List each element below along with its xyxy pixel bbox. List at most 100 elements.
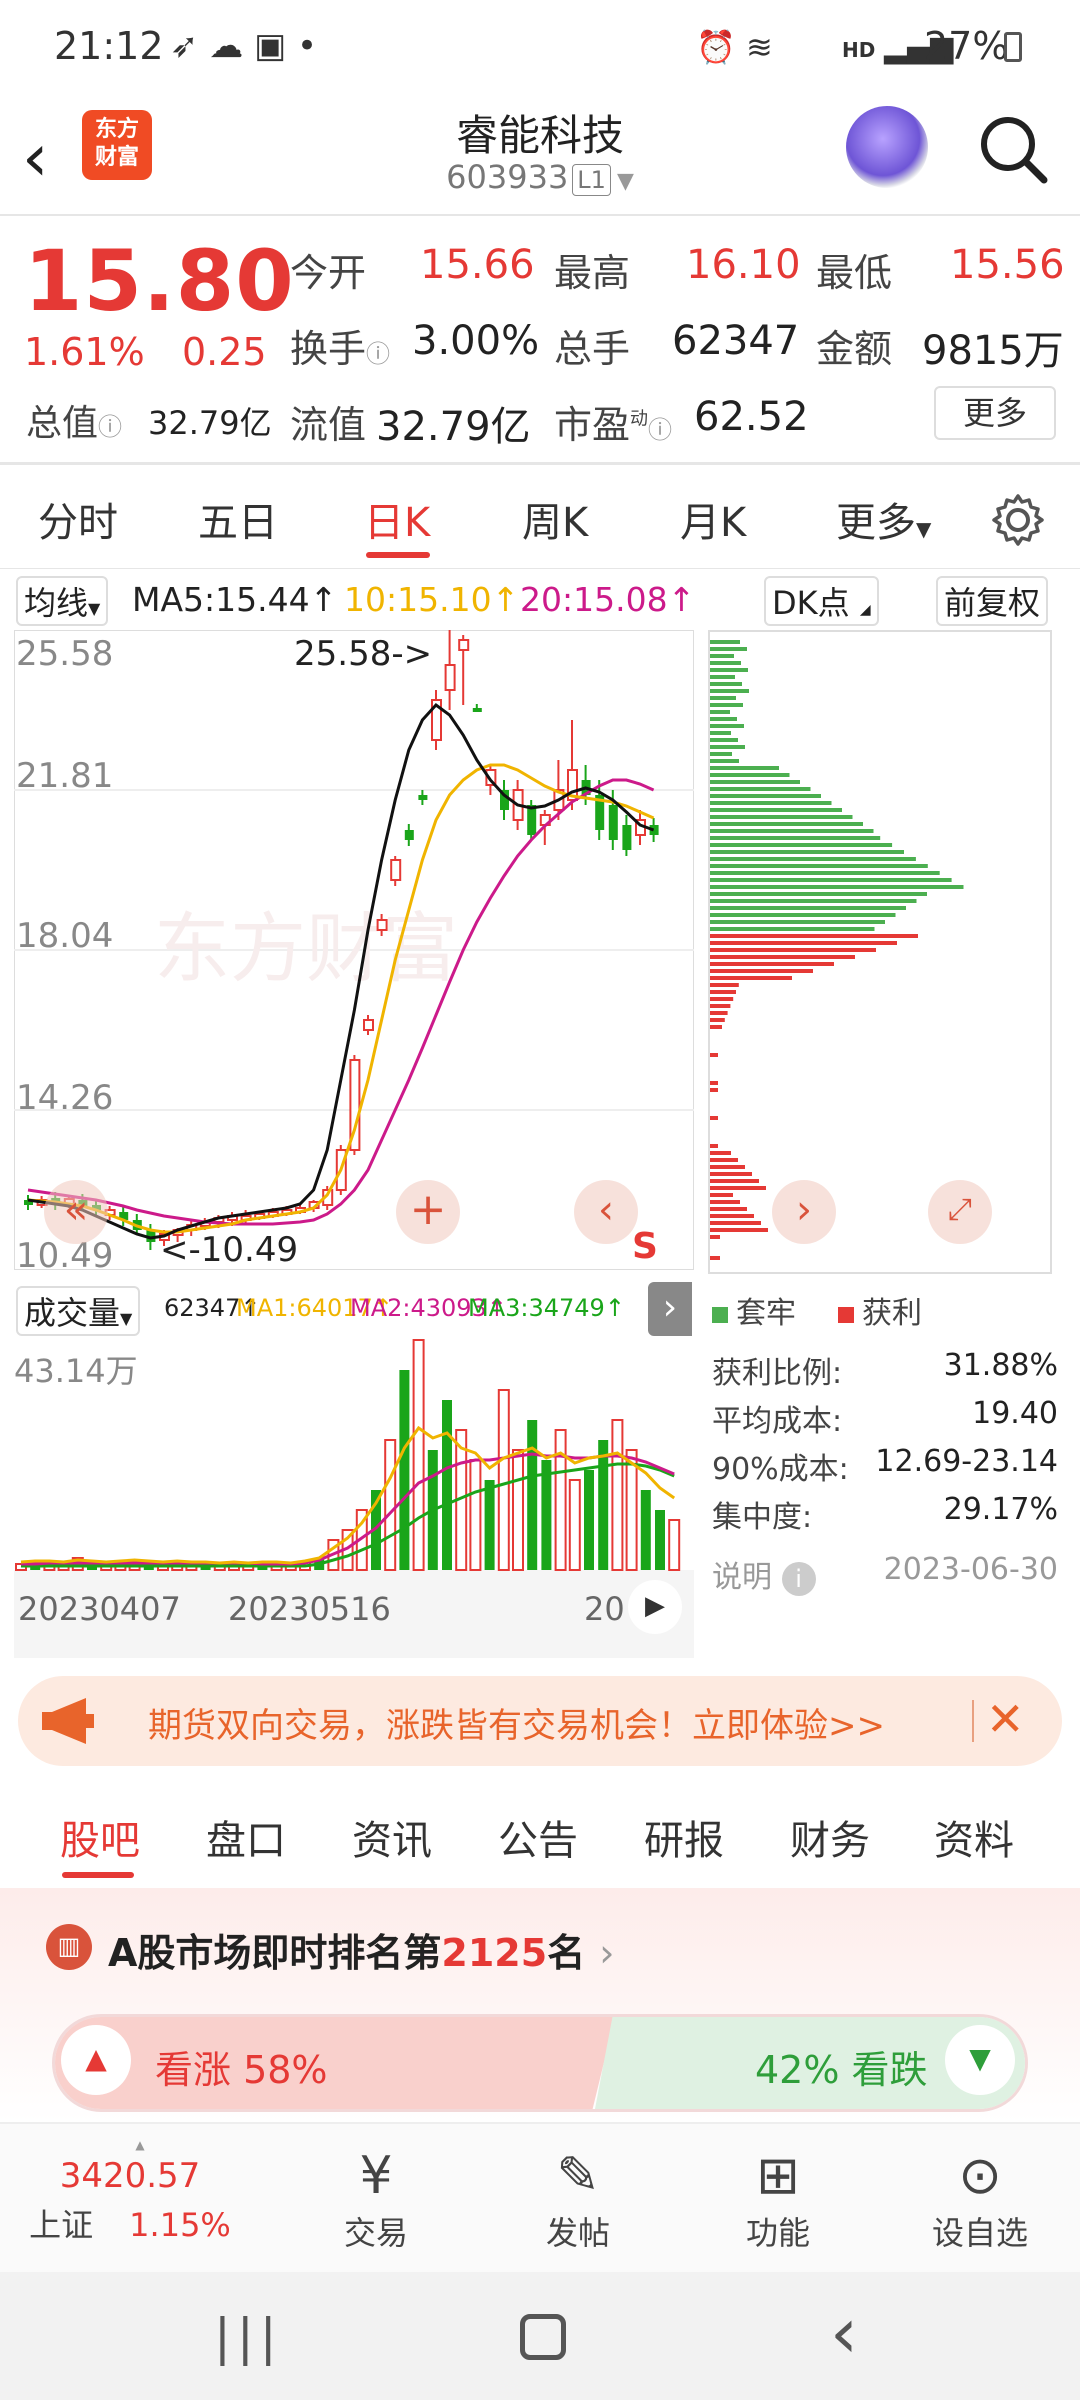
stat-label: 获利比例: (712, 1356, 843, 1391)
settings-icon[interactable] (990, 492, 1046, 552)
tab-announcements[interactable]: 公告 (498, 1808, 578, 1866)
active-tab-underline (62, 1872, 134, 1878)
search-icon[interactable] (974, 110, 1054, 190)
volume-bar (469, 1459, 482, 1571)
legend-locked: 套牢 (712, 1288, 796, 1332)
bull-bar[interactable] (55, 2017, 615, 2109)
chip-bar (710, 1200, 740, 1204)
open-value: 15.66 (420, 242, 535, 288)
chart-period-tabs: 分时 五日 日K 周K 月K 更多▼ (0, 466, 1080, 570)
k-line-svg: 东方财富 (13, 629, 695, 1271)
zoom-in-icon[interactable]: + (396, 1180, 460, 1244)
expand-panel-icon[interactable]: › (648, 1282, 692, 1336)
chip-bar (710, 696, 736, 700)
chip-bar (710, 878, 952, 882)
info-icon[interactable]: ⓘ (648, 416, 672, 444)
ranking-suffix: 名 (547, 1931, 586, 1975)
chip-bar (710, 913, 896, 917)
date-label-2: 20230516 (228, 1590, 391, 1628)
home-icon[interactable] (520, 2314, 566, 2360)
stat-avg-cost: 平均成本: 19.40 (712, 1396, 1058, 1440)
stock-code-selector[interactable]: 603933 L1 ▼ (340, 158, 740, 196)
tab-news[interactable]: 资讯 (352, 1808, 432, 1866)
tab-research[interactable]: 研报 (644, 1808, 724, 1866)
chip-bar (710, 682, 742, 686)
ma-selector[interactable]: 均线▼ (16, 576, 109, 626)
info-icon[interactable]: ⓘ (98, 413, 122, 441)
tab-forum[interactable]: 股吧 (60, 1808, 140, 1866)
volume-bar (554, 1429, 567, 1571)
ranking-prefix: A股市场即时排名第 (108, 1931, 442, 1975)
nav-add-watchlist[interactable]: ⊙ 设自选 (880, 2144, 1080, 2254)
scroll-left-fast-icon[interactable]: « (44, 1180, 108, 1244)
pct-change: 1.61% (24, 330, 145, 374)
volume-selector[interactable]: 成交量▼ (16, 1286, 141, 1336)
chip-bar (710, 703, 743, 707)
play-icon[interactable]: ▶ (628, 1580, 682, 1634)
high-label: 最高 (554, 251, 631, 295)
chip-bar (710, 1235, 720, 1239)
chip-bar (710, 1151, 731, 1155)
tab-monthly-k[interactable]: 月K (680, 490, 746, 548)
tab-order-book[interactable]: 盘口 (206, 1808, 286, 1866)
legend-profit-text: 获利 (862, 1296, 922, 1331)
volume-value: 62347 (672, 318, 800, 364)
candle-body (404, 830, 414, 840)
back-icon[interactable]: ‹ (22, 118, 82, 198)
system-navigation-bar: ||| ‹ (0, 2272, 1080, 2400)
chip-bar (710, 1186, 766, 1190)
volume-bar (442, 1400, 452, 1570)
volume-bar (399, 1370, 410, 1570)
bearish-arrow-icon[interactable]: ▼ (945, 2025, 1015, 2095)
back-nav-icon[interactable]: ‹ (830, 2292, 858, 2374)
explanation-link[interactable]: 说明 i (712, 1552, 816, 1596)
volume-bar (512, 1449, 524, 1571)
chip-bar (710, 766, 779, 770)
more-quote-button[interactable]: 更多 (934, 386, 1056, 440)
current-price: 15.80 (24, 232, 295, 330)
volume-bar (584, 1470, 594, 1570)
nav-functions[interactable]: ⊞ 功能 (678, 2144, 878, 2254)
tab-daily-k[interactable]: 日K (364, 490, 430, 548)
ma-indicator-row: 均线▼ MA5:15.44↑ 10:15.10↑ 20:15.08↑ DK点 ◢… (0, 570, 1080, 626)
recent-apps-icon[interactable]: ||| (214, 2308, 283, 2366)
tab-intraday[interactable]: 分时 (38, 490, 118, 548)
nav-post[interactable]: ✎ 发帖 (478, 2144, 678, 2254)
index-name: 上证 (29, 2206, 94, 2244)
chip-bar (710, 1256, 720, 1260)
tab-weekly-k[interactable]: 周K (522, 490, 588, 548)
expand-icon[interactable]: ⤢ (928, 1180, 992, 1244)
close-icon[interactable]: ✕ (986, 1692, 1025, 1746)
chip-bar (710, 850, 904, 854)
nav-trade[interactable]: ¥ 交易 (276, 2144, 476, 2254)
chip-bar (710, 836, 881, 840)
promo-banner[interactable]: 期货双向交易，涨跌皆有交易机会！立即体验>> ✕ (18, 1676, 1062, 1766)
chip-distribution-chart[interactable]: › ⤢ (708, 630, 1052, 1274)
tab-five-day[interactable]: 五日 (198, 490, 278, 548)
info-icon[interactable]: ⓘ (366, 340, 390, 368)
tab-more[interactable]: 更多▼ (836, 490, 931, 548)
candle-body (390, 859, 402, 881)
bullish-arrow-icon[interactable]: ▲ (61, 2025, 131, 2095)
chevron-right-icon[interactable]: › (772, 1180, 836, 1244)
k-line-chart[interactable]: 东方财富 25.58 21.81 18.04 14.26 10.49 25.58… (13, 629, 695, 1276)
dk-point-selector[interactable]: DK点 ◢ (764, 576, 879, 626)
chip-bar (710, 1179, 759, 1183)
dropdown-icon: ▼ (120, 1309, 133, 1328)
candle-body (458, 639, 470, 651)
ranking-link[interactable]: A股市场即时排名第2125名 › (108, 1922, 614, 1977)
chip-bar (710, 1116, 718, 1120)
index-row: 上证 1.15% (0, 2200, 260, 2246)
robot-assistant-avatar[interactable] (846, 106, 928, 188)
tab-profile[interactable]: 资料 (934, 1808, 1014, 1866)
volume-chart[interactable]: 43.14万 20230407 20230516 20 ▶ (14, 1338, 694, 1658)
triangle-up-icon: ▲ (135, 2138, 145, 2152)
tab-finance[interactable]: 财务 (790, 1808, 870, 1866)
chip-bar (710, 892, 927, 896)
adjust-selector[interactable]: 前复权 (936, 576, 1049, 626)
scroll-left-icon[interactable]: ‹ (574, 1180, 638, 1244)
sell-signal-marker: S (632, 1226, 658, 1267)
volume-bar (497, 1389, 510, 1571)
index-widget[interactable]: ▲ 3420.57 上证 1.15% (0, 2138, 260, 2246)
volume-max-label: 43.14万 (14, 1352, 138, 1390)
